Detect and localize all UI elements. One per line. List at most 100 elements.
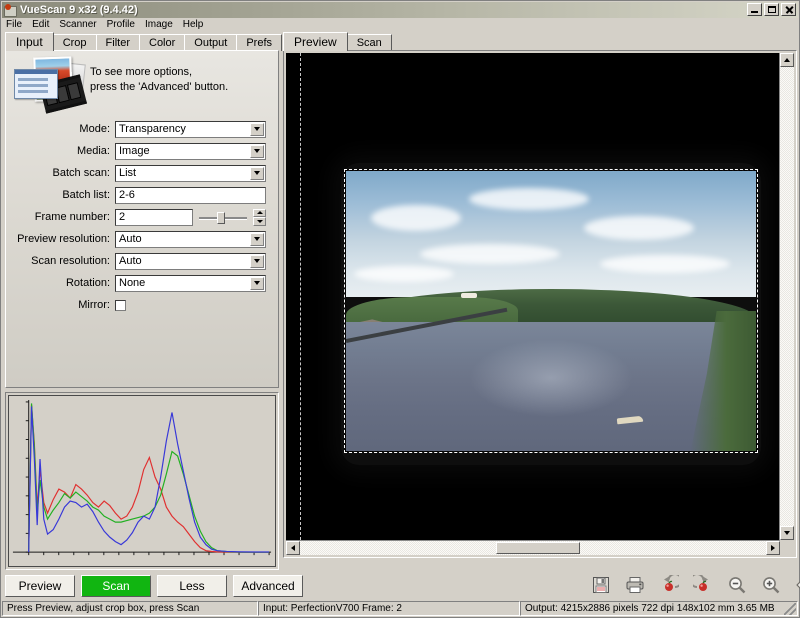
field-scan-resolution: Scan resolution: Auto xyxy=(6,253,266,269)
chevron-down-icon[interactable] xyxy=(250,255,264,268)
vuescan-icon xyxy=(4,4,17,17)
zoom-out-icon[interactable] xyxy=(727,575,747,595)
slider-thumb[interactable] xyxy=(217,212,225,224)
status-output: Output: 4215x2886 pixels 722 dpi 148x102… xyxy=(520,601,798,616)
label-media: Media: xyxy=(6,145,115,157)
input-options-panel: To see more options, press the 'Advanced… xyxy=(5,50,279,388)
status-message: Press Preview, adjust crop box, press Sc… xyxy=(2,601,258,616)
advanced-button[interactable]: Advanced xyxy=(233,575,303,597)
label-scan-resolution: Scan resolution: xyxy=(6,255,115,267)
mirror-checkbox[interactable] xyxy=(115,300,126,311)
hint-row: To see more options, press the 'Advanced… xyxy=(6,51,278,109)
less-button[interactable]: Less xyxy=(157,575,227,597)
field-mode: Mode: Transparency xyxy=(6,121,266,137)
stepper-up-icon[interactable] xyxy=(253,209,266,218)
mode-select[interactable]: Transparency xyxy=(115,121,266,138)
print-icon[interactable] xyxy=(625,575,645,595)
save-icon[interactable] xyxy=(591,575,611,595)
chevron-down-icon[interactable] xyxy=(250,145,264,158)
tab-preview[interactable]: Preview xyxy=(283,32,348,51)
menu-item-file[interactable]: File xyxy=(6,18,28,31)
histogram-red-series xyxy=(29,405,269,552)
label-mode: Mode: xyxy=(6,123,115,135)
histogram-blue-series xyxy=(29,406,269,552)
label-rotation: Rotation: xyxy=(6,277,115,289)
preview-pane xyxy=(283,50,797,558)
status-input: Input: PerfectionV700 Frame: 2 xyxy=(258,601,520,616)
frame-number-slider[interactable] xyxy=(197,209,249,226)
scan-button[interactable]: Scan xyxy=(81,575,151,597)
preview-horizontal-scrollbar[interactable] xyxy=(286,540,780,555)
preview-image-viewport[interactable] xyxy=(286,53,780,540)
scanned-image xyxy=(286,53,780,540)
distant-boat xyxy=(461,293,477,298)
chevron-down-icon[interactable] xyxy=(250,123,264,136)
stepper-down-icon[interactable] xyxy=(253,217,266,226)
field-mirror: Mirror: xyxy=(6,297,266,313)
close-button[interactable] xyxy=(781,3,796,16)
label-batch-scan: Batch scan: xyxy=(6,167,115,179)
tab-prefs[interactable]: Prefs xyxy=(236,34,282,51)
preview-resolution-select[interactable]: Auto xyxy=(115,231,266,248)
frame-number-stepper[interactable] xyxy=(253,209,266,226)
chevron-down-icon[interactable] xyxy=(250,277,264,290)
tab-input[interactable]: Input xyxy=(5,32,54,51)
menu-item-edit[interactable]: Edit xyxy=(32,18,55,31)
batch-list-input[interactable]: 2-6 xyxy=(115,187,266,204)
preview-vertical-scrollbar[interactable] xyxy=(779,53,794,540)
cloud xyxy=(420,244,560,264)
chevron-down-icon[interactable] xyxy=(250,167,264,180)
rotation-select[interactable]: None xyxy=(115,275,266,292)
left-tab-strip: Input Crop Filter Color Output Prefs xyxy=(5,32,281,51)
rotate-right-icon[interactable] xyxy=(693,575,713,595)
chevron-down-icon[interactable] xyxy=(250,233,264,246)
media-select[interactable]: Image xyxy=(115,143,266,160)
cloud xyxy=(600,255,730,273)
histogram-svg xyxy=(9,396,275,566)
scan-resolution-select[interactable]: Auto xyxy=(115,253,266,270)
zoom-in-icon[interactable] xyxy=(761,575,781,595)
horizontal-scroll-thumb[interactable] xyxy=(496,542,580,554)
rotate-left-icon[interactable] xyxy=(659,575,679,595)
tab-crop[interactable]: Crop xyxy=(53,34,97,51)
minimize-button[interactable] xyxy=(747,3,762,16)
scroll-left-button[interactable] xyxy=(286,541,300,555)
menu-item-scanner[interactable]: Scanner xyxy=(59,18,102,31)
tab-output[interactable]: Output xyxy=(184,34,237,51)
media-value: Image xyxy=(116,145,150,157)
menu-item-image[interactable]: Image xyxy=(145,18,179,31)
tab-filter[interactable]: Filter xyxy=(96,34,140,51)
vuescan-logo-icon xyxy=(12,57,84,109)
menu-item-profile[interactable]: Profile xyxy=(107,18,141,31)
cloud xyxy=(469,188,589,210)
menu-item-help[interactable]: Help xyxy=(183,18,210,31)
window-title: VueScan 9 x32 (9.4.42) xyxy=(20,4,138,16)
scroll-down-button[interactable] xyxy=(780,526,794,540)
label-batch-list: Batch list: xyxy=(6,189,115,201)
preview-button[interactable]: Preview xyxy=(5,575,75,597)
hint-line-1: To see more options, xyxy=(90,65,228,80)
frame-number-input[interactable]: 2 xyxy=(115,209,193,226)
tab-color[interactable]: Color xyxy=(139,34,185,51)
previous-arrow-icon[interactable] xyxy=(795,575,800,595)
tab-scan[interactable]: Scan xyxy=(347,34,392,51)
window-buttons xyxy=(747,3,796,16)
cloud xyxy=(371,205,461,231)
action-button-row: Preview Scan Less Advanced xyxy=(5,575,303,597)
resize-grip-icon[interactable] xyxy=(784,603,796,615)
cloud xyxy=(584,216,694,240)
vuescan-window: VueScan 9 x32 (9.4.42) File Edit Scanner… xyxy=(0,0,800,618)
field-rotation: Rotation: None xyxy=(6,275,266,291)
crop-guide-line xyxy=(300,53,301,540)
label-mirror: Mirror: xyxy=(6,299,115,311)
field-batch-scan: Batch scan: List xyxy=(6,165,266,181)
preview-resolution-value: Auto xyxy=(116,233,142,245)
scroll-right-button[interactable] xyxy=(766,541,780,555)
photo-content xyxy=(346,171,756,451)
title-bar: VueScan 9 x32 (9.4.42) xyxy=(2,2,798,19)
scroll-up-button[interactable] xyxy=(780,53,794,67)
batch-scan-select[interactable]: List xyxy=(115,165,266,182)
scan-resolution-value: Auto xyxy=(116,255,142,267)
maximize-button[interactable] xyxy=(764,3,779,16)
mode-value: Transparency xyxy=(116,123,186,135)
